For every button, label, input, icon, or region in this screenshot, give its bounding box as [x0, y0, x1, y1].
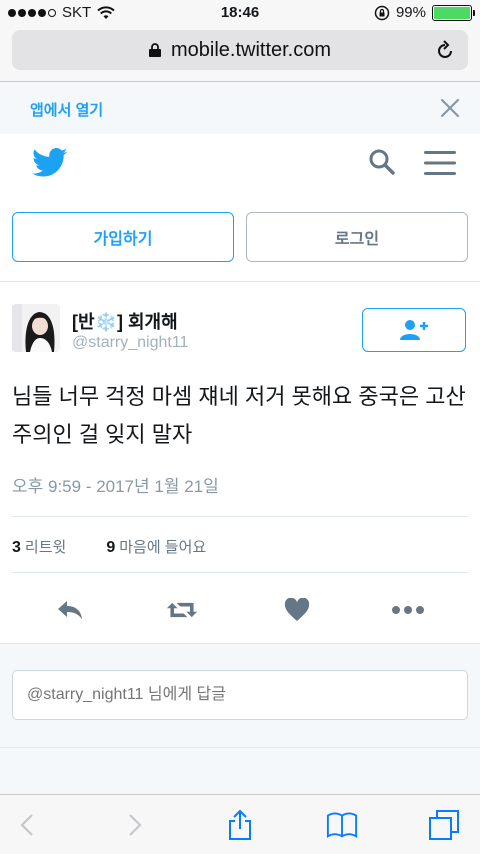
avatar-image: [12, 304, 60, 352]
status-bar: SKT 18:46 99%: [0, 0, 480, 26]
rotation-lock-icon: [374, 5, 390, 20]
divider: [12, 572, 468, 573]
url-text: mobile.twitter.com: [170, 38, 332, 61]
tweet-timestamp[interactable]: 오후 9:59 - 2017년 1월 21일: [12, 472, 219, 497]
reload-icon[interactable]: [434, 40, 456, 62]
forward-icon[interactable]: [118, 809, 150, 841]
browser-toolbar: [0, 794, 480, 854]
share-icon[interactable]: [224, 809, 256, 841]
tweet-stats: 3 리트윗 9 마음에 들어요: [12, 536, 206, 557]
open-in-app-link[interactable]: 앱에서 열기: [30, 99, 103, 120]
login-button[interactable]: 로그인: [246, 212, 468, 262]
like-button[interactable]: [281, 594, 313, 626]
likes-count: 9: [106, 539, 116, 556]
battery-icon: [432, 4, 475, 21]
tweet-text: 님들 너무 걱정 마셈 쟤네 저거 못해요 중국은 고산주의인 걸 잊지 말자: [12, 384, 466, 447]
tabs-icon[interactable]: [428, 809, 460, 841]
retweet-button[interactable]: [166, 594, 198, 626]
battery-fill: [434, 6, 470, 19]
reply-icon: [58, 601, 82, 619]
battery-percent: 99%: [395, 4, 426, 21]
heart-icon: [284, 598, 310, 621]
reply-area: [0, 644, 480, 748]
tweet-actions: [0, 594, 480, 626]
browser-url-area: mobile.twitter.com: [0, 26, 480, 82]
avatar[interactable]: [12, 304, 60, 352]
status-right: 99%: [374, 4, 475, 21]
retweets-count: 3: [12, 539, 21, 556]
tweet-card: [반❄️] 회개해 @starry_night11 님들 너무 걱정 마셈 쟤네…: [0, 282, 480, 644]
reply-input[interactable]: [12, 670, 468, 720]
close-icon[interactable]: [438, 96, 462, 120]
back-icon[interactable]: [12, 809, 44, 841]
more-button[interactable]: [392, 594, 424, 626]
menu-icon[interactable]: [424, 150, 456, 176]
add-user-icon: [400, 320, 428, 340]
signup-button[interactable]: 가입하기: [12, 212, 234, 262]
display-name[interactable]: [반❄️] 회개해: [72, 308, 178, 334]
site-header: 가입하기 로그인: [0, 134, 480, 282]
retweet-icon: [166, 602, 198, 618]
twitter-bird-icon[interactable]: [32, 148, 68, 178]
open-in-app-banner: 앱에서 열기: [0, 82, 480, 134]
reply-button[interactable]: [54, 594, 86, 626]
more-icon: [392, 606, 424, 614]
username[interactable]: @starry_night11: [72, 334, 188, 352]
follow-button[interactable]: [362, 308, 466, 352]
search-icon[interactable]: [368, 148, 396, 176]
lock-icon: [148, 43, 161, 57]
divider: [12, 516, 468, 517]
likes-label: 마음에 들어요: [119, 539, 207, 556]
likes-stat[interactable]: 9 마음에 들어요: [106, 536, 206, 557]
url-bar[interactable]: mobile.twitter.com: [12, 30, 468, 70]
retweets-label: 리트윗: [24, 539, 67, 556]
bookmarks-icon[interactable]: [326, 809, 358, 841]
retweets-stat[interactable]: 3 리트윗: [12, 536, 66, 557]
